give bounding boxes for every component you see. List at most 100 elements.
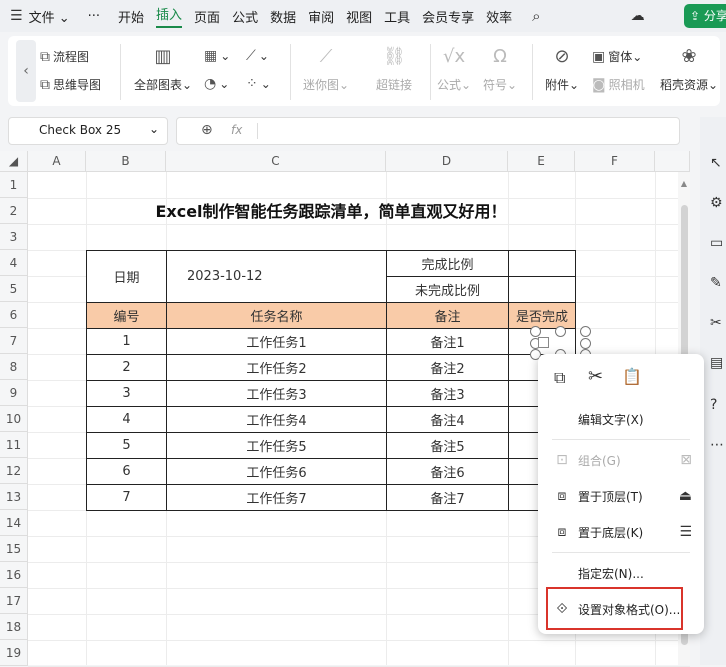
hyperlink-button[interactable]: ⛓ 超链接 (366, 46, 422, 93)
task-name[interactable]: 工作任务3 (166, 380, 387, 407)
share-button[interactable]: ⇪ 分享 (684, 4, 726, 28)
layout-icon[interactable]: ▭ (710, 235, 723, 251)
column-chart-button[interactable]: ▦ ⌄ (204, 48, 230, 64)
bring-forward-icon[interactable]: ⏏ (679, 488, 692, 504)
row-header[interactable]: 13 (0, 484, 28, 510)
column-header[interactable]: B (86, 151, 166, 172)
row-header[interactable]: 18 (0, 614, 28, 640)
ratio-done-label[interactable]: 完成比例 (386, 250, 509, 277)
ratio-done-value[interactable] (508, 250, 576, 277)
row-header[interactable]: 17 (0, 588, 28, 614)
copy-icon[interactable]: ⧉ (554, 368, 565, 388)
tab-home[interactable]: 开始 (118, 7, 144, 26)
tab-formula[interactable]: 公式 (232, 7, 258, 26)
more-menu[interactable]: ··· (88, 9, 100, 24)
task-name[interactable]: 工作任务4 (166, 406, 387, 433)
row-header[interactable]: 2 (0, 198, 28, 224)
row-header[interactable]: 1 (0, 172, 28, 198)
brush-icon[interactable]: ✎ (710, 275, 722, 291)
tab-insert[interactable]: 插入 (156, 4, 183, 28)
row-header[interactable]: 11 (0, 432, 28, 458)
task-no[interactable]: 6 (86, 458, 167, 485)
row-header[interactable]: 15 (0, 536, 28, 562)
tab-review[interactable]: 审阅 (308, 7, 334, 26)
edit-text-item[interactable]: 编辑文字(X) (538, 405, 704, 433)
resource-button[interactable]: ❀ 稻壳资源⌄ (658, 46, 720, 93)
tool-icon[interactable]: ✂ (710, 315, 722, 331)
help-icon[interactable]: ? (710, 397, 717, 413)
row-header[interactable]: 14 (0, 510, 28, 536)
task-name[interactable]: 工作任务7 (166, 484, 387, 511)
column-header[interactable]: E (508, 151, 575, 172)
header-no[interactable]: 编号 (86, 302, 167, 329)
row-header[interactable]: 19 (0, 640, 28, 666)
row-header[interactable]: 10 (0, 406, 28, 432)
task-no[interactable]: 3 (86, 380, 167, 407)
task-note[interactable]: 备注4 (386, 406, 509, 433)
date-value[interactable]: 2023-10-12 (166, 250, 387, 303)
panel-icon[interactable]: ▤ (710, 355, 723, 371)
assign-macro-item[interactable]: 指定宏(N)... (538, 559, 704, 587)
symbol-button[interactable]: Ω 符号⌄ (480, 46, 520, 93)
row-header[interactable]: 7 (0, 328, 28, 354)
ratio-undone-label[interactable]: 未完成比例 (386, 276, 509, 303)
cloud-icon[interactable]: ☁ (631, 8, 645, 24)
task-note[interactable]: 备注3 (386, 380, 509, 407)
formula-button[interactable]: √x 公式⌄ (434, 46, 474, 93)
pie-chart-button[interactable]: ◔ ⌄ (204, 76, 229, 92)
column-header[interactable]: C (166, 151, 386, 172)
name-box[interactable]: Check Box 25 ⌄ (8, 117, 168, 145)
task-note[interactable]: 备注5 (386, 432, 509, 459)
send-backward-icon[interactable]: ☰ (679, 524, 692, 540)
header-note[interactable]: 备注 (386, 302, 509, 329)
checkbox-icon[interactable] (538, 337, 549, 348)
select-all[interactable]: ◢ (0, 151, 28, 172)
tab-data[interactable]: 数据 (270, 7, 296, 26)
ratio-undone-value[interactable] (508, 276, 576, 303)
fx-icon[interactable]: fx (231, 123, 242, 137)
flowchart-button[interactable]: ⧉ 流程图 (40, 48, 89, 65)
settings-icon[interactable]: ⚙ (710, 195, 723, 211)
file-menu[interactable]: 文件 ⌄ (29, 7, 70, 26)
formula-input[interactable]: ⊕ fx (176, 117, 680, 145)
task-note[interactable]: 备注2 (386, 354, 509, 381)
tab-efficiency[interactable]: 效率 (486, 7, 512, 26)
row-header[interactable]: 6 (0, 302, 28, 328)
task-name[interactable]: 工作任务6 (166, 458, 387, 485)
send-to-bottom-item[interactable]: ⧈ 置于底层(K) ☰ (538, 518, 704, 546)
header-done[interactable]: 是否完成 (508, 302, 576, 329)
tab-view[interactable]: 视图 (346, 7, 372, 26)
sparkline-button[interactable]: ⟋ 迷你图⌄ (298, 46, 354, 93)
line-chart-button[interactable]: ⟋ ⌄ (246, 48, 269, 64)
task-name[interactable]: 工作任务1 (166, 328, 387, 355)
hamburger-icon[interactable]: ☰ (10, 8, 23, 24)
tab-tools[interactable]: 工具 (384, 7, 410, 26)
group-item[interactable]: ⊡ 组合(G) ⊠ (538, 446, 704, 474)
ungroup-icon[interactable]: ⊠ (680, 452, 692, 468)
bring-to-top-item[interactable]: ⧈ 置于顶层(T) ⏏ (538, 482, 704, 510)
date-label[interactable]: 日期 (86, 250, 167, 303)
tab-page[interactable]: 页面 (194, 7, 220, 26)
task-no[interactable]: 2 (86, 354, 167, 381)
search-icon[interactable]: ⌕ (532, 7, 540, 25)
task-name[interactable]: 工作任务5 (166, 432, 387, 459)
zoom-icon[interactable]: ⊕ (201, 122, 213, 138)
cut-icon[interactable]: ✂ (588, 366, 603, 387)
more-icon[interactable]: ⋯ (710, 437, 724, 453)
sheet-title[interactable]: Excel制作智能任务跟踪清单，简单直观又好用！ (86, 199, 576, 225)
row-header[interactable]: 3 (0, 224, 28, 250)
task-name[interactable]: 工作任务2 (166, 354, 387, 381)
task-no[interactable]: 5 (86, 432, 167, 459)
ribbon-scroll-left[interactable]: ‹ (16, 40, 36, 102)
mindmap-button[interactable]: ⧉ 思维导图 (40, 76, 101, 93)
header-name[interactable]: 任务名称 (166, 302, 387, 329)
task-no[interactable]: 1 (86, 328, 167, 355)
task-no[interactable]: 7 (86, 484, 167, 511)
scatter-chart-button[interactable]: ⁘ ⌄ (246, 76, 271, 92)
paste-icon[interactable]: 📋 (622, 367, 642, 386)
form-control-button[interactable]: ▣ 窗体 ⌄ (592, 48, 642, 65)
row-header[interactable]: 16 (0, 562, 28, 588)
row-header[interactable]: 9 (0, 380, 28, 406)
column-header[interactable]: D (386, 151, 508, 172)
column-header[interactable]: A (28, 151, 86, 172)
